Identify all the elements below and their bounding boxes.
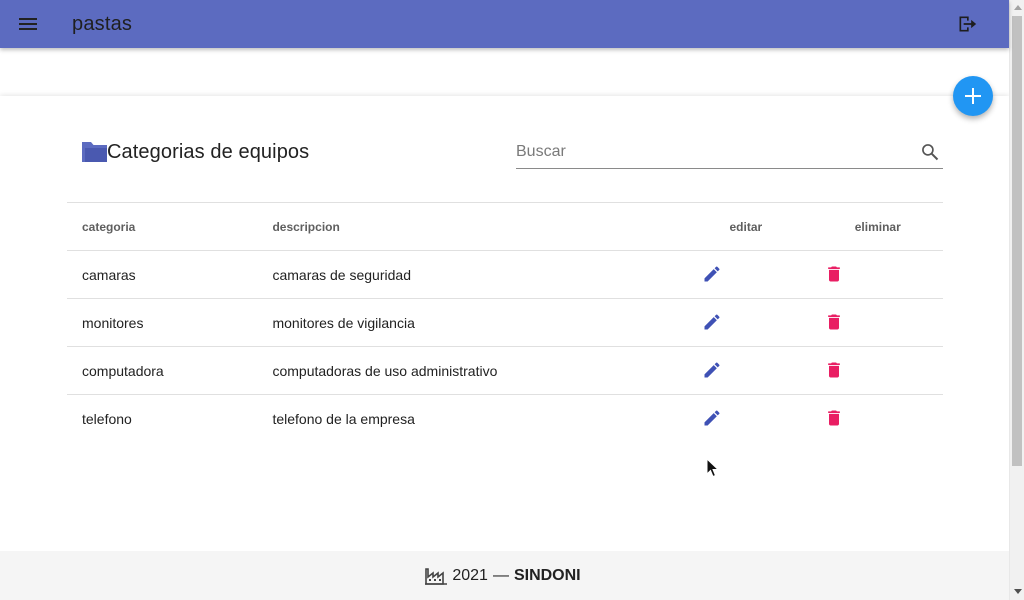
- menu-icon: [19, 18, 37, 30]
- scroll-down-arrow[interactable]: [1013, 586, 1022, 596]
- trash-icon: [827, 266, 840, 282]
- cell-categoria: camaras: [67, 250, 273, 299]
- factory-icon: [425, 567, 448, 585]
- table-row: computadora computadoras de uso administ…: [67, 346, 943, 395]
- table-row: monitores monitores de vigilancia: [67, 298, 943, 347]
- cell-descripcion: telefono de la empresa: [272, 394, 680, 442]
- card-title: Categorias de equipos: [82, 140, 309, 164]
- delete-button[interactable]: [822, 262, 846, 286]
- logout-button[interactable]: [954, 12, 980, 36]
- column-header-eliminar: eliminar: [812, 202, 943, 251]
- folder-icon: [82, 142, 107, 162]
- cell-categoria: computadora: [67, 346, 273, 395]
- pencil-icon: [704, 362, 720, 378]
- edit-button[interactable]: [700, 406, 724, 430]
- table-header-row: categoria descripcion editar eliminar: [67, 202, 943, 251]
- footer-content: 2021 — SINDONI: [425, 566, 581, 585]
- arrow-up-icon: [1013, 4, 1022, 10]
- scroll-up-arrow[interactable]: [1013, 2, 1022, 12]
- page-scrollbar[interactable]: [1009, 0, 1024, 600]
- edit-button[interactable]: [700, 310, 724, 334]
- cell-categoria: telefono: [67, 394, 273, 442]
- mouse-cursor-icon: [706, 458, 720, 478]
- column-header-descripcion[interactable]: descripcion: [272, 202, 680, 251]
- delete-button[interactable]: [822, 310, 846, 334]
- pencil-icon: [704, 266, 720, 282]
- plus-icon: [965, 88, 981, 104]
- cell-descripcion: camaras de seguridad: [272, 250, 680, 299]
- logout-icon: [959, 16, 977, 32]
- cell-descripcion: monitores de vigilancia: [272, 298, 680, 347]
- delete-button[interactable]: [822, 358, 846, 382]
- cell-descripcion: computadoras de uso administrativo: [272, 346, 680, 395]
- edit-button[interactable]: [700, 358, 724, 382]
- footer: 2021 — SINDONI: [0, 551, 1009, 600]
- search-field: [516, 138, 943, 169]
- pencil-icon: [704, 410, 720, 426]
- column-header-categoria[interactable]: categoria: [67, 202, 273, 251]
- card-title-text: Categorias de equipos: [107, 140, 310, 163]
- trash-icon: [827, 362, 840, 378]
- edit-button[interactable]: [700, 262, 724, 286]
- column-header-editar: editar: [679, 202, 813, 251]
- menu-button[interactable]: [14, 12, 42, 36]
- footer-year: 2021: [452, 566, 488, 584]
- table-row: camaras camaras de seguridad: [67, 250, 943, 299]
- add-category-button[interactable]: [953, 76, 993, 116]
- footer-brand: SINDONI: [513, 566, 581, 584]
- search-icon[interactable]: [920, 142, 940, 162]
- trash-icon: [827, 410, 840, 426]
- arrow-down-icon: [1013, 588, 1022, 594]
- search-input[interactable]: [516, 140, 911, 164]
- table-row: telefono telefono de la empresa: [67, 394, 943, 442]
- scrollbar-thumb[interactable]: [1012, 16, 1022, 466]
- pencil-icon: [704, 314, 720, 330]
- app-title: pastas: [72, 13, 133, 35]
- cell-categoria: monitores: [67, 298, 273, 347]
- delete-button[interactable]: [822, 406, 846, 430]
- categories-table: categoria descripcion editar eliminar ca…: [67, 202, 943, 442]
- footer-separator: —: [492, 566, 509, 584]
- trash-icon: [827, 314, 840, 330]
- app-bar: pastas: [0, 0, 1009, 48]
